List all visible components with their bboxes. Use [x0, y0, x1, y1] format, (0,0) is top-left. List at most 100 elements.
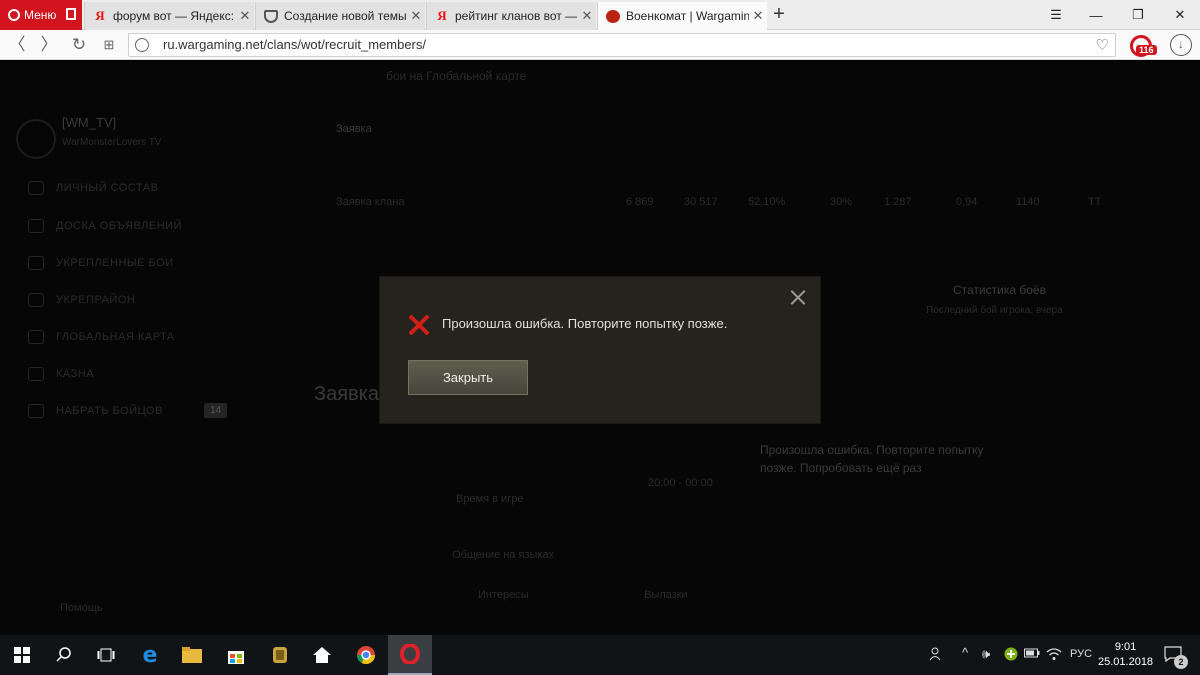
store-button[interactable] — [214, 635, 258, 675]
chevron-up-icon[interactable]: ^ — [962, 645, 968, 660]
members-icon — [28, 181, 44, 195]
sidebar-item-label: Укрепленные бои — [56, 257, 174, 269]
folder-icon — [182, 647, 202, 663]
new-tab-button[interactable]: + — [768, 4, 790, 26]
green-app-icon[interactable] — [1004, 647, 1018, 664]
battery-icon[interactable] — [1024, 647, 1040, 662]
close-tab-icon[interactable]: ✕ — [407, 8, 425, 24]
top-text: бои на Глобальной карте — [386, 69, 527, 83]
wot-launcher-icon — [273, 647, 287, 663]
search-button[interactable] — [42, 635, 86, 675]
close-button[interactable]: Закрыть — [408, 360, 528, 395]
error-message: Произошла ошибка. Повторите попытку позж… — [442, 316, 728, 331]
search-icon — [56, 647, 71, 662]
board-icon — [28, 219, 44, 233]
bookmark-heart-icon[interactable]: ♡ — [1096, 36, 1109, 54]
close-icon[interactable] — [790, 289, 806, 305]
edge-button[interactable]: e — [128, 635, 172, 675]
wargaming-icon — [606, 9, 620, 23]
game-center-button[interactable] — [258, 635, 302, 675]
forward-button[interactable]: 〉 — [38, 34, 60, 56]
windows-taskbar: e ^ 🕪 РУС 9:01 25.01.2018 2 — [0, 635, 1200, 675]
shield-icon — [264, 9, 278, 23]
start-button[interactable] — [0, 635, 44, 675]
map-icon — [28, 330, 44, 344]
extension-badge: 116 — [1136, 45, 1157, 55]
sidebar-item-stronghold[interactable]: Укрепрайон — [28, 293, 135, 307]
interests-value: Вылазки — [644, 589, 688, 601]
close-window-button[interactable]: ✕ — [1160, 0, 1200, 30]
help-link[interactable]: Помощь — [60, 602, 103, 614]
store-bag-icon — [228, 651, 244, 664]
globe-icon — [135, 38, 149, 52]
clan-emblem-icon — [16, 119, 56, 159]
restore-button[interactable]: ❐ — [1118, 0, 1158, 30]
time-value: 20:00 - 00:00 — [648, 477, 713, 489]
url-text[interactable]: ru.wargaming.net/clans/wot/recruit_membe… — [163, 37, 426, 52]
background-error-text: Произошла ошибка. Повторите попытку позж… — [760, 443, 984, 475]
tab-menu-icon[interactable]: ☰ — [1036, 0, 1076, 30]
sidebar-item-treasury[interactable]: Казна — [28, 367, 94, 381]
download-icon[interactable]: ↓ — [1170, 34, 1192, 56]
error-modal: Произошла ошибка. Повторите попытку позж… — [380, 277, 820, 423]
sidebar-item-label: Казна — [56, 368, 95, 380]
table-cell: 6 869 — [626, 196, 654, 208]
table-cell-name: Заявка клана — [336, 196, 405, 208]
table-cell: ТТ — [1088, 196, 1102, 208]
recruit-icon — [28, 404, 44, 418]
table-cell: 30% — [830, 196, 853, 208]
speed-dial-icon[interactable]: ⊞ — [98, 34, 120, 56]
opera-menu-button[interactable]: Меню — [0, 0, 82, 30]
chrome-icon — [357, 646, 375, 665]
sidebar-item-recruit[interactable]: Набрать бойцов — [28, 404, 163, 418]
recruit-count-badge: 14 — [204, 403, 228, 418]
sidebar-item-global-map[interactable]: Глобальная карта — [28, 330, 175, 344]
clock-time: 9:01 — [1114, 641, 1137, 653]
back-button[interactable]: 〈 — [6, 34, 28, 56]
tab-yandex-forum[interactable]: Я форум вот — Яндекс: нас ✕ — [84, 2, 254, 30]
wifi-icon[interactable] — [1046, 647, 1062, 664]
people-icon[interactable] — [929, 647, 944, 664]
sidebar-item-board[interactable]: Доска объявлений — [28, 219, 182, 233]
tab-title: форум вот — Яндекс: нас — [113, 9, 236, 23]
clan-subtitle: WarMonsterLovers TV — [62, 137, 162, 148]
sidebar-item-label: Укрепрайон — [56, 294, 136, 306]
minimize-button[interactable]: — — [1076, 0, 1116, 30]
reload-button[interactable]: ↻ — [68, 34, 90, 56]
yandex-icon: Я — [95, 8, 105, 23]
tab-clan-rating[interactable]: Я рейтинг кланов вот — Ян ✕ — [426, 2, 596, 30]
interests-label: Интересы — [478, 589, 529, 601]
volume-icon[interactable]: 🕪 — [982, 646, 990, 662]
yandex-icon: Я — [437, 8, 447, 23]
input-language[interactable]: РУС — [1070, 648, 1092, 660]
home-button[interactable] — [300, 635, 344, 675]
sidebar-item-label: Доска объявлений — [56, 220, 182, 232]
task-view-button[interactable] — [84, 635, 128, 675]
tab-create-topic[interactable]: Создание новой темы - С ✕ — [255, 2, 425, 30]
close-tab-icon[interactable]: ✕ — [749, 8, 767, 24]
table-header-request: Заявка — [336, 123, 372, 135]
home-icon — [313, 647, 331, 663]
tab-title: рейтинг кланов вот — Ян — [455, 9, 578, 23]
opera-taskbar-button[interactable] — [388, 635, 432, 675]
system-clock[interactable]: 9:01 25.01.2018 — [1098, 640, 1153, 670]
sidebar-item-stronghold-battles[interactable]: Укрепленные бои — [28, 256, 174, 270]
tab-title: Военкомат | Wargaming.n — [626, 9, 749, 23]
tab-title: Создание новой темы - С — [284, 9, 407, 23]
close-tab-icon[interactable]: ✕ — [578, 8, 596, 24]
flow-icon[interactable] — [66, 8, 76, 20]
close-tab-icon[interactable]: ✕ — [236, 8, 254, 24]
treasury-icon — [28, 367, 44, 381]
chrome-button[interactable] — [344, 635, 388, 675]
table-cell: 1 287 — [884, 196, 912, 208]
stats-title: Статистика боёв — [953, 283, 1046, 297]
browser-tab-bar: Меню Я форум вот — Яндекс: нас ✕ Создани… — [0, 0, 1200, 30]
clock-date: 25.01.2018 — [1098, 656, 1154, 668]
url-field[interactable]: ru.wargaming.net/clans/wot/recruit_membe… — [128, 33, 1116, 57]
sidebar-item-members[interactable]: Личный состав — [28, 181, 158, 195]
table-cell: 52,10% — [748, 196, 786, 208]
clan-name: [WM_TV] — [62, 115, 117, 130]
tab-wargaming-recruit[interactable]: Военкомат | Wargaming.n ✕ — [597, 2, 767, 30]
address-bar-row: 〈 〉 ↻ ⊞ ru.wargaming.net/clans/wot/recru… — [0, 30, 1200, 60]
file-explorer-button[interactable] — [170, 635, 214, 675]
